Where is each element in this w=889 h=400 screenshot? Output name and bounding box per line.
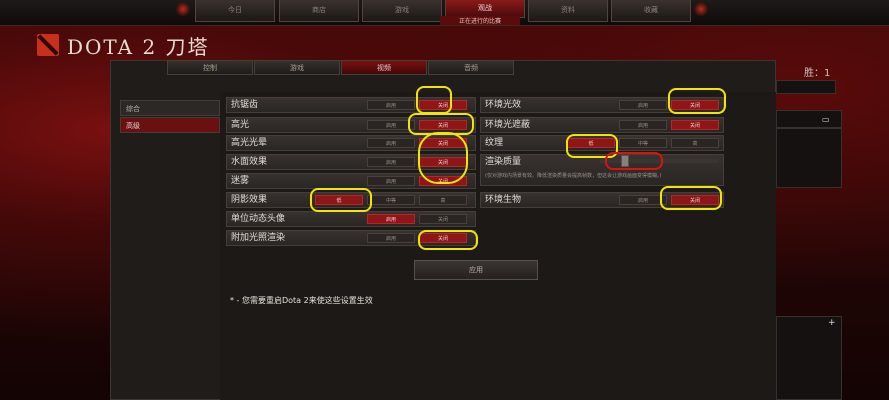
right-panel-friends [776,316,842,400]
nav-tab-play[interactable]: 游戏 [362,0,442,22]
option-on[interactable]: 启用 [619,120,667,130]
setting-label: 阴影效果 [231,195,268,205]
setting-label: 迷雾 [231,176,250,186]
annotation-circle [660,186,722,210]
right-panel-header [776,110,842,128]
nav-orb-left-icon [176,2,190,16]
option-on[interactable]: 启用 [367,138,415,148]
option-off[interactable]: 关闭 [671,120,719,130]
annotation-circle [668,88,726,114]
option-high[interactable]: 高 [671,138,719,148]
apply-button[interactable]: 应用 [414,260,538,280]
option-high[interactable]: 高 [419,195,467,205]
setting-label: 环境生物 [485,195,522,205]
setting-label: 渲染质量 [485,157,522,167]
nav-tab-profile[interactable]: 资料 [528,0,608,22]
render-quality-hint: (仅对游戏内场景有效。降低渲染质量会提高帧数，但这会让游戏画面变得模糊。) [485,173,662,179]
sidebar-item-general[interactable]: 综合 [120,100,220,116]
setting-label: 附加光照渲染 [231,233,286,243]
tab-game[interactable]: 游戏 [254,60,340,75]
chat-icon[interactable]: ▭ [822,115,830,124]
setting-row-ambient-occlusion: 环境光遮蔽 启用 关闭 [480,117,724,133]
dota-logo-icon [37,34,59,56]
option-on[interactable]: 启用 [367,157,415,167]
option-off[interactable]: 关闭 [419,214,467,224]
setting-label: 高光 [231,120,250,130]
option-on[interactable]: 启用 [619,100,667,110]
top-nav-bar: 今日 商店 游戏 观战 正在进行的比赛 资料 收藏 [0,0,889,26]
option-on[interactable]: 启用 [367,233,415,243]
add-icon[interactable]: + [828,318,836,328]
option-on[interactable]: 启用 [367,214,415,224]
settings-tabs: 控制 游戏 视频 音频 [167,60,515,75]
setting-row-unit-portrait: 单位动态头像 启用 关闭 [226,211,476,227]
nav-tab-collection[interactable]: 收藏 [611,0,691,22]
logo-text: DOTA 2 刀塔 [67,34,210,59]
setting-label: 抗锯齿 [231,100,259,110]
option-medium[interactable]: 中等 [619,138,667,148]
annotation-circle [310,188,372,212]
setting-label: 单位动态头像 [231,214,286,224]
annotation-circle [605,152,663,170]
dota-logo: DOTA 2 刀塔 [37,34,210,59]
option-medium[interactable]: 中等 [367,195,415,205]
nav-tab-today[interactable]: 今日 [195,0,275,22]
annotation-circle [418,230,478,250]
setting-label: 水面效果 [231,157,268,167]
setting-label: 高光光晕 [231,138,268,148]
wins-counter: 胜：1 [804,68,831,79]
sidebar-item-advanced[interactable]: 高级 [120,117,220,133]
restart-note: * - 您需要重启Dota 2来使这些设置生效 [230,296,373,305]
tab-audio[interactable]: 音频 [428,60,514,75]
setting-label: 环境光效 [485,100,522,110]
annotation-circle [418,132,468,184]
tab-video[interactable]: 视频 [341,60,427,75]
option-on[interactable]: 启用 [367,176,415,186]
option-on[interactable]: 启用 [367,100,415,110]
right-panel-list [776,128,842,188]
nav-tab-watch-sub: 正在进行的比赛 [440,16,520,25]
tab-controls[interactable]: 控制 [167,60,253,75]
nav-tab-store[interactable]: 商店 [279,0,359,22]
annotation-circle [416,86,452,114]
nav-orb-right-icon [694,2,708,16]
setting-label: 纹理 [485,138,504,148]
right-panel-bar [776,80,836,94]
setting-label: 环境光遮蔽 [485,120,531,130]
